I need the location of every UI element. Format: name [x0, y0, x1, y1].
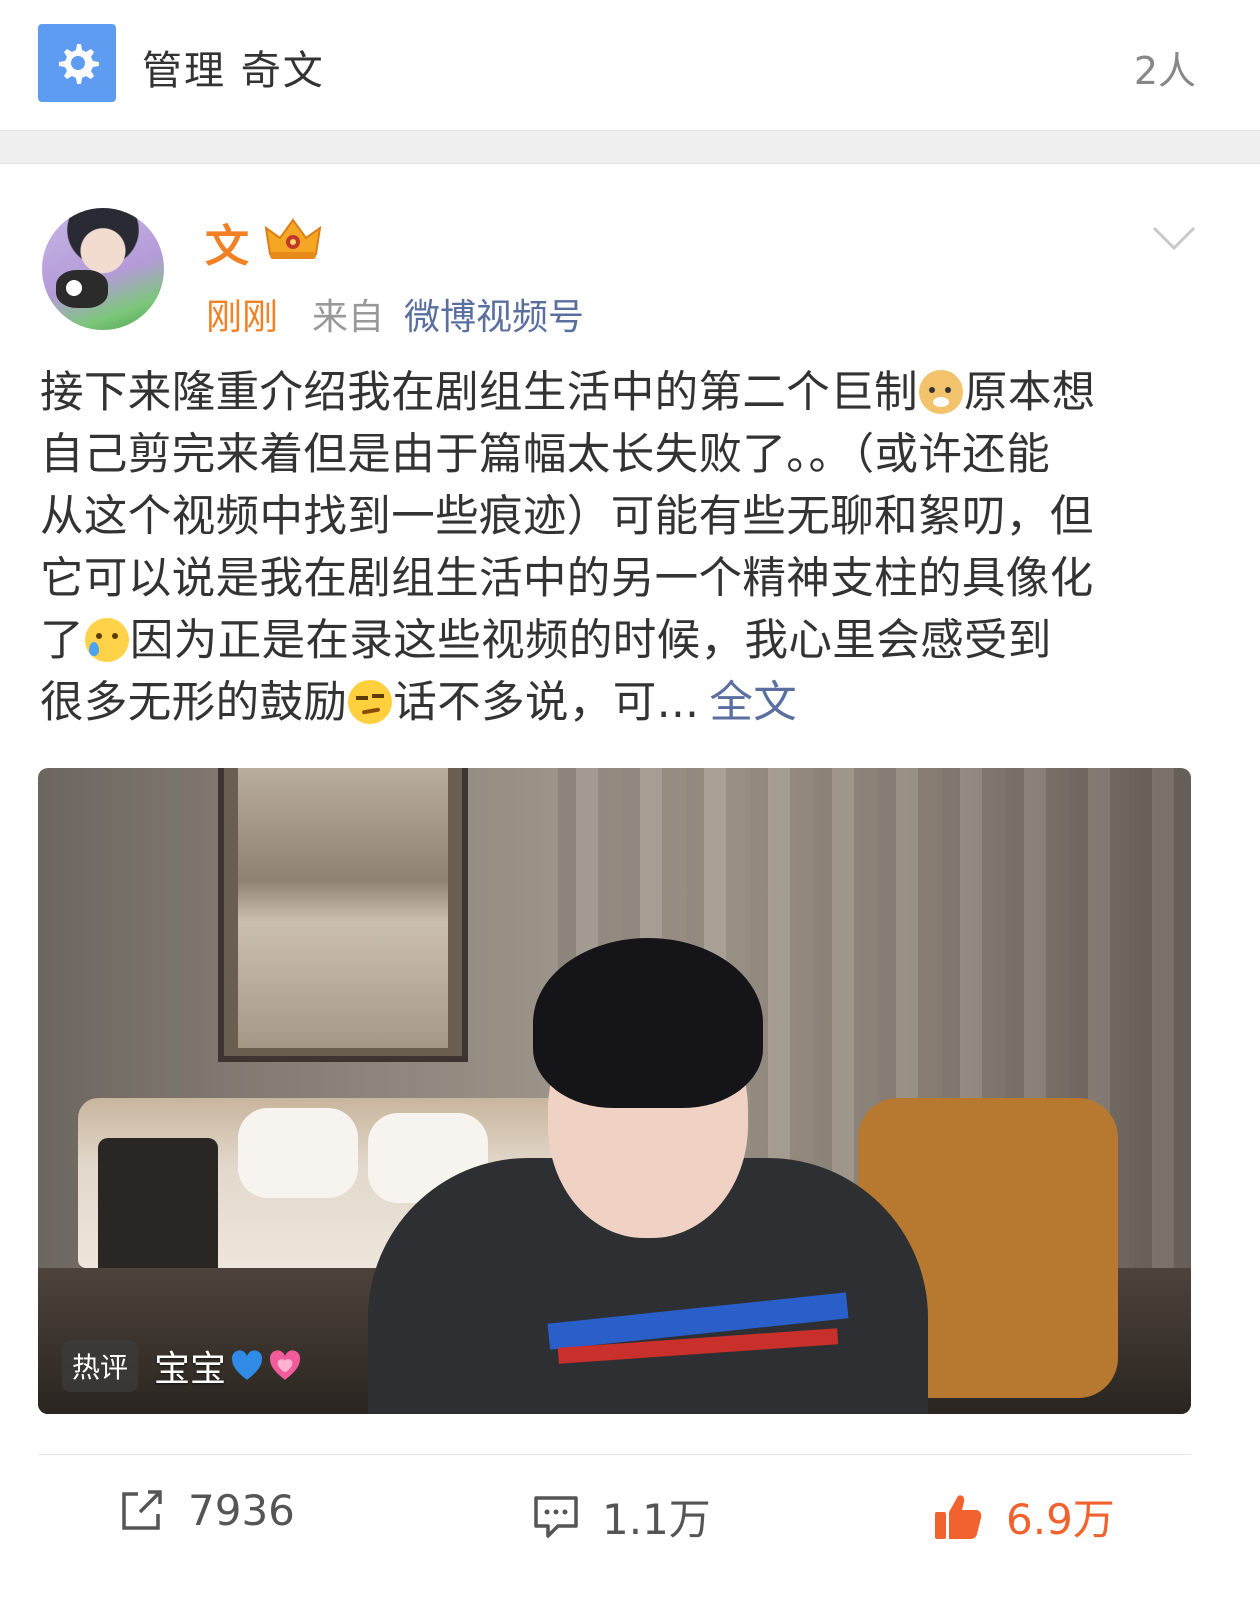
share-button[interactable]: 7936	[118, 1486, 295, 1535]
post-line: 很多无形的鼓励 话不多说，可... 全文	[40, 678, 798, 728]
video-thumbnail[interactable]: 热评 宝宝	[38, 768, 1191, 1414]
member-count[interactable]: 2人	[1134, 40, 1196, 95]
bag	[98, 1138, 218, 1278]
person	[368, 908, 928, 1414]
hot-comment-text: 宝宝	[154, 1349, 227, 1390]
post-line: 了因为正是在录这些视频的时候，我心里会感受到	[40, 616, 1052, 666]
comment-icon	[534, 1495, 578, 1538]
post-line: 它可以说是我在剧组生活中的另一个精神支柱的具像化	[40, 554, 1094, 604]
pink-heart-icon	[269, 1350, 301, 1380]
comment-button[interactable]: 1.1万	[532, 1486, 711, 1547]
share-icon	[122, 1489, 162, 1530]
blue-heart-icon	[231, 1350, 263, 1380]
post-body[interactable]: 接下来隆重介绍我在剧组生活中的第二个巨制 原本想 自己剪完来着但是由于篇幅太长失败…	[40, 362, 1200, 734]
action-divider	[38, 1454, 1191, 1455]
manage-button[interactable]	[38, 24, 116, 102]
from-label: 来自	[312, 297, 385, 338]
manage-title[interactable]: 管理 奇文	[142, 38, 325, 96]
full-text-link[interactable]: 全文	[709, 678, 797, 728]
section-divider	[0, 130, 1260, 164]
avatar[interactable]	[42, 208, 164, 330]
hot-comment[interactable]: 热评 宝宝	[62, 1340, 302, 1392]
comment-count: 1.1万	[602, 1495, 711, 1544]
doge-emoji	[919, 370, 963, 414]
share-count: 7936	[188, 1486, 295, 1535]
username[interactable]: 文	[205, 210, 249, 274]
source-link[interactable]: 微博视频号	[404, 288, 584, 340]
group-header: 管理 奇文 2人	[0, 0, 1260, 130]
post-line: 接下来隆重介绍我在剧组生活中的第二个巨制 原本想	[40, 368, 1096, 418]
smirk-emoji	[348, 680, 393, 724]
hot-comment-badge: 热评	[62, 1340, 139, 1392]
crown-icon[interactable]	[262, 214, 324, 262]
post-line: 从这个视频中找到一些痕迹）可能有些无聊和絮叨，但	[40, 492, 1094, 542]
thumbs-up-icon	[935, 1494, 982, 1539]
like-button[interactable]: 6.9万	[932, 1486, 1115, 1547]
tear-smile-emoji	[84, 618, 129, 662]
post-line: 自己剪完来着但是由于篇幅太长失败了。。（或许还能	[40, 430, 1051, 480]
chevron-down-icon[interactable]	[1150, 222, 1198, 254]
post-time: 刚刚	[206, 297, 279, 338]
like-count: 6.9万	[1006, 1495, 1115, 1544]
gear-icon	[59, 44, 99, 84]
